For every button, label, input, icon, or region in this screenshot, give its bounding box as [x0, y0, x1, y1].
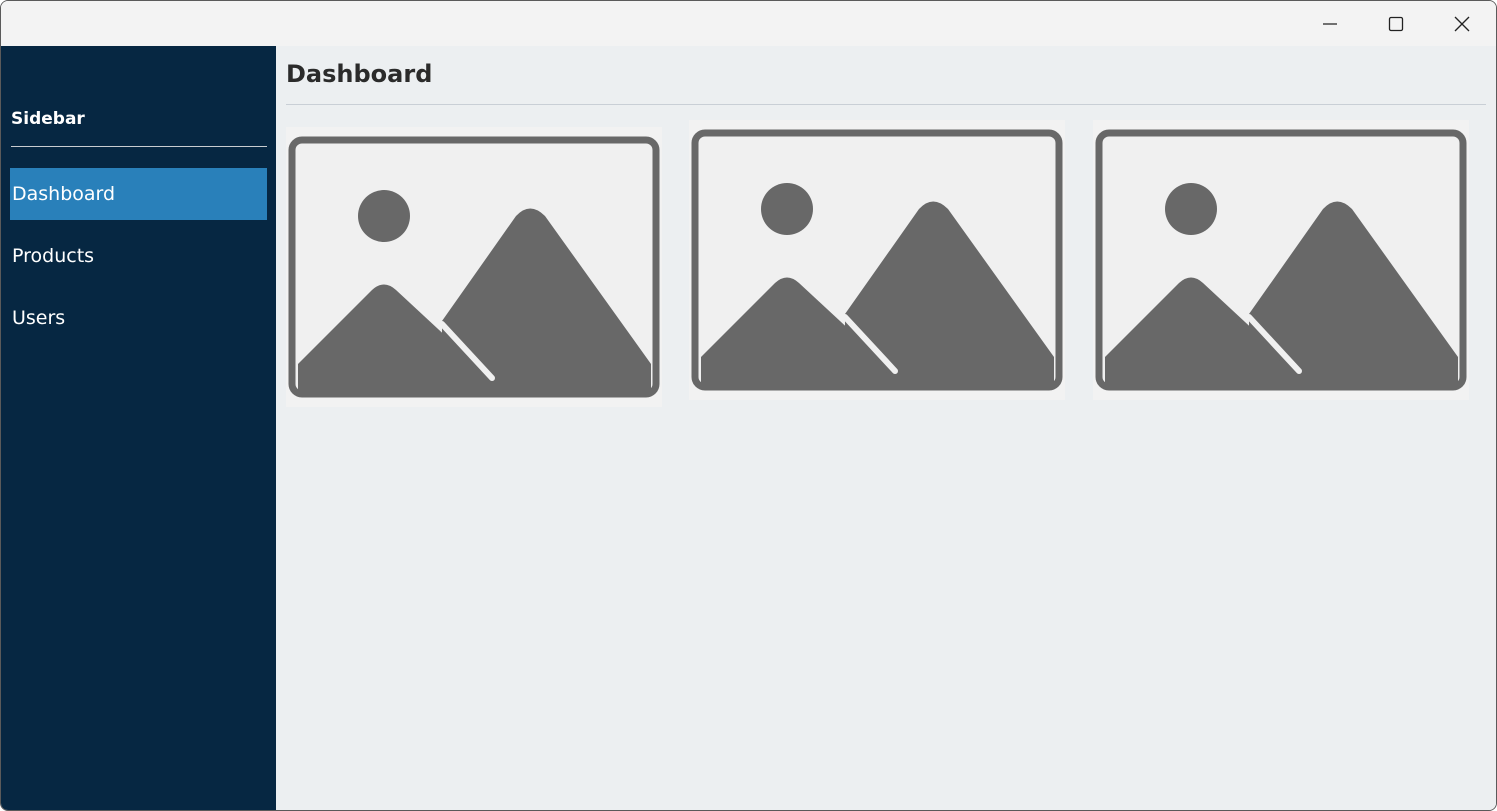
sidebar-item-products[interactable]: Products: [10, 230, 267, 282]
minimize-icon: [1323, 22, 1337, 25]
sidebar-item-users[interactable]: Users: [10, 292, 267, 344]
image-card: [1093, 120, 1469, 400]
maximize-icon: [1388, 16, 1404, 31]
sidebar-divider: [11, 146, 267, 147]
page-title: Dashboard: [286, 60, 433, 88]
sidebar-item-label: Dashboard: [12, 183, 116, 205]
sidebar-title: Sidebar: [11, 109, 85, 129]
image-placeholder-icon: [691, 129, 1063, 391]
sidebar: Sidebar Dashboard Products Users: [1, 46, 276, 810]
sidebar-item-dashboard[interactable]: Dashboard: [10, 168, 267, 220]
image-placeholder-icon: [288, 136, 660, 398]
main-content: Dashboard: [276, 46, 1496, 810]
title-bar[interactable]: [1, 1, 1496, 46]
close-button[interactable]: [1429, 1, 1495, 46]
close-icon: [1454, 16, 1470, 31]
maximize-button[interactable]: [1363, 1, 1429, 46]
app-window: Sidebar Dashboard Products Users Dashboa…: [0, 0, 1497, 811]
sidebar-item-label: Products: [12, 245, 95, 267]
image-placeholder-icon: [1095, 129, 1467, 391]
sidebar-item-label: Users: [12, 307, 66, 329]
image-card: [689, 120, 1065, 400]
header-divider: [286, 104, 1486, 105]
minimize-button[interactable]: [1297, 1, 1363, 46]
image-card: [286, 127, 662, 407]
